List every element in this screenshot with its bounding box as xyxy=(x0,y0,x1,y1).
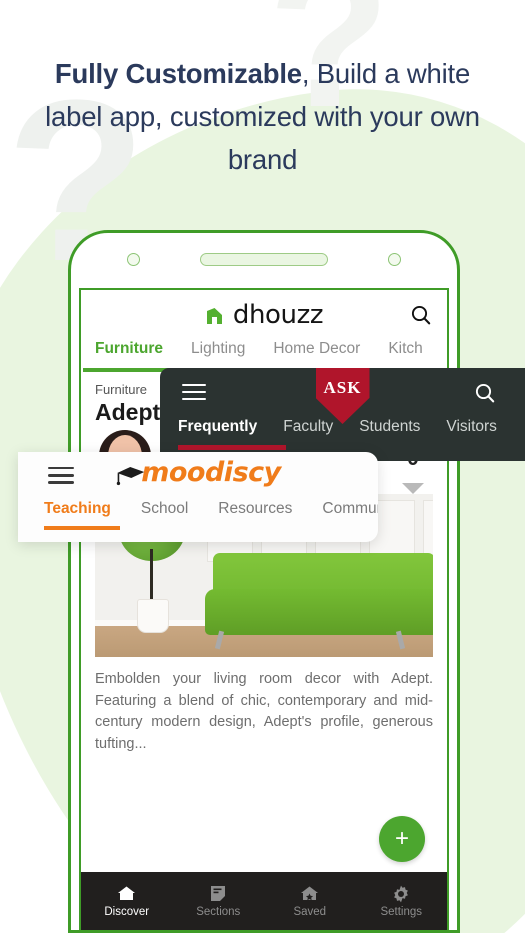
ask-header: ASK xyxy=(160,368,525,424)
nav-label: Sections xyxy=(196,905,241,918)
nav-item-discover[interactable]: Discover xyxy=(81,885,173,918)
tab-lighting[interactable]: Lighting xyxy=(177,340,259,358)
phone-mockup: dhouzz Furniture Lighting Home Decor Kit… xyxy=(68,230,460,933)
ask-tabs: Frequently Faculty Students Visitors xyxy=(160,418,525,450)
ask-tab-faculty[interactable]: Faculty xyxy=(270,418,346,436)
product-description: Embolden your living room decor with Ade… xyxy=(95,671,433,752)
app-logo: dhouzz xyxy=(205,300,324,330)
add-button[interactable]: + xyxy=(379,816,425,862)
moodiscy-active-underline xyxy=(44,526,120,530)
tab-home-decor[interactable]: Home Decor xyxy=(259,340,374,358)
tab-furniture[interactable]: Furniture xyxy=(93,340,177,358)
ask-active-underline xyxy=(178,445,286,450)
bottom-navigation: Discover Sections Saved Settings xyxy=(81,872,447,930)
ask-logo-text: ASK xyxy=(323,378,362,397)
moodiscy-tab-resources[interactable]: Resources xyxy=(203,500,307,518)
hamburger-menu-icon[interactable] xyxy=(182,384,206,400)
nav-label: Saved xyxy=(293,905,327,918)
nav-label: Settings xyxy=(380,905,423,918)
triangle-down-icon[interactable] xyxy=(402,483,424,494)
search-icon[interactable] xyxy=(473,381,497,405)
tab-kitchen[interactable]: Kitch xyxy=(374,340,436,358)
promo-stage: ? ? Fully Customizable, Build a white la… xyxy=(0,0,525,933)
moodiscy-app-overlay: moodiscy Teaching School Resources Commu… xyxy=(18,452,378,542)
moodiscy-tab-community[interactable]: Communit xyxy=(307,500,378,518)
headline-bold: Fully Customizable xyxy=(54,58,302,89)
plant-pot xyxy=(137,599,169,633)
plus-icon: + xyxy=(394,825,409,852)
app-header: dhouzz xyxy=(81,290,447,340)
plant-trunk xyxy=(150,549,153,603)
shield-icon: ASK xyxy=(315,368,370,424)
phone-bezel-top xyxy=(71,233,457,288)
ask-tab-students[interactable]: Students xyxy=(346,418,433,436)
active-tab-underline xyxy=(83,368,171,372)
nav-item-saved[interactable]: Saved xyxy=(264,885,356,918)
ask-app-overlay: ASK Frequently Faculty Students Visitors xyxy=(160,368,525,461)
ask-tab-visitors[interactable]: Visitors xyxy=(433,418,510,436)
home-icon xyxy=(117,885,137,903)
gear-icon xyxy=(391,885,411,903)
moodiscy-tab-teaching[interactable]: Teaching xyxy=(32,500,126,518)
nav-item-sections[interactable]: Sections xyxy=(173,885,265,918)
nav-item-settings[interactable]: Settings xyxy=(356,885,448,918)
moodiscy-tab-school[interactable]: School xyxy=(126,500,203,518)
house-h-icon xyxy=(205,305,226,326)
hamburger-menu-icon[interactable] xyxy=(48,467,74,484)
app-logo-text: dhouzz xyxy=(232,300,324,330)
moodiscy-logo-text: moodiscy xyxy=(141,457,281,488)
camera-dot-left xyxy=(127,253,140,266)
graduation-cap-icon xyxy=(115,464,145,486)
moodiscy-header: moodiscy xyxy=(18,452,378,500)
camera-dot-right xyxy=(388,253,401,266)
document-icon xyxy=(208,885,228,903)
ask-tab-frequently[interactable]: Frequently xyxy=(174,418,270,436)
search-icon[interactable] xyxy=(409,303,433,327)
nav-label: Discover xyxy=(104,905,150,918)
sofa-seat xyxy=(205,589,433,635)
page-title: Fully Customizable, Build a white label … xyxy=(0,52,525,181)
saved-home-icon xyxy=(300,885,320,903)
moodiscy-logo: moodiscy xyxy=(115,457,281,488)
moodiscy-tabs: Teaching School Resources Communit xyxy=(18,500,378,530)
speaker-grill xyxy=(200,253,328,266)
